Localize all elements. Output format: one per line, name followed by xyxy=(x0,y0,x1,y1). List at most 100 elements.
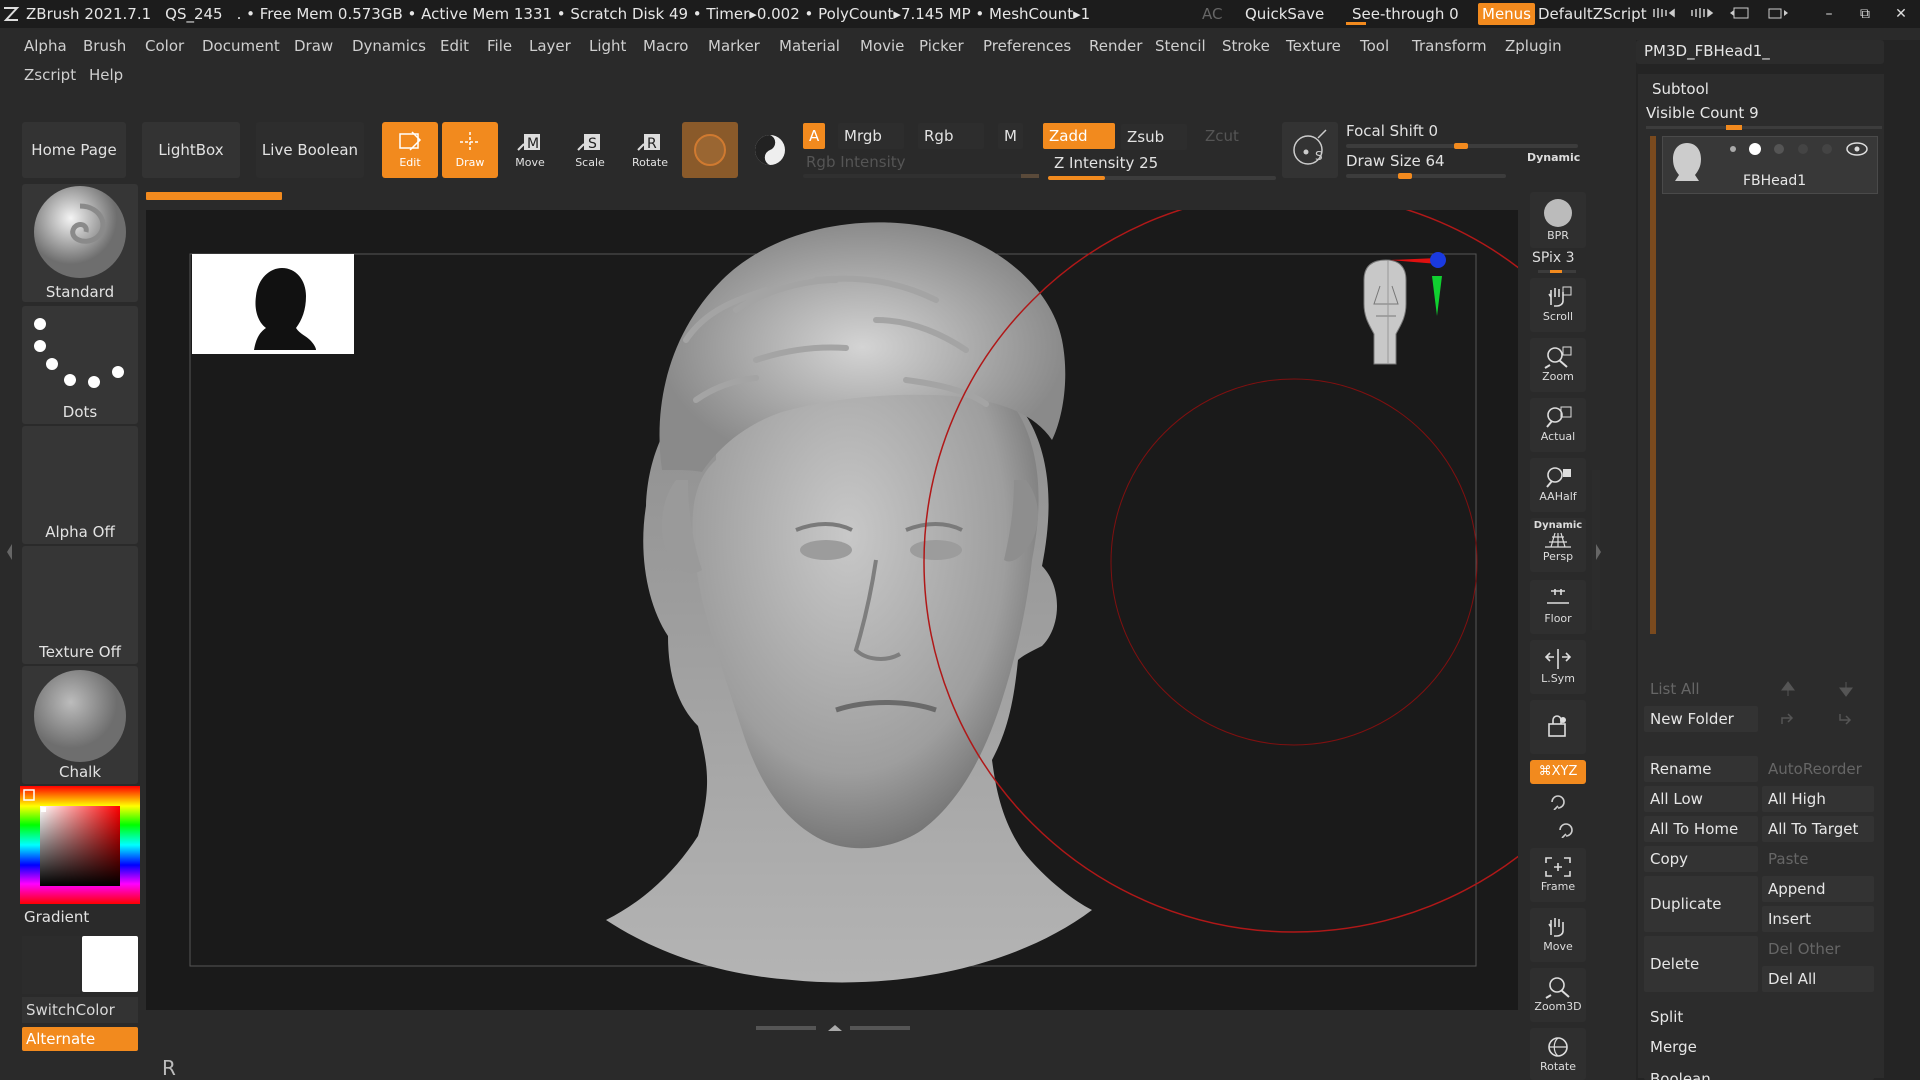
restore-button[interactable]: ⧉ xyxy=(1854,4,1876,24)
menu-dynamics[interactable]: Dynamics xyxy=(352,35,426,57)
navigation-thumbnail[interactable] xyxy=(192,254,354,354)
all-low-button[interactable]: All Low xyxy=(1644,786,1758,812)
layout-window-icon[interactable] xyxy=(1728,6,1752,20)
head-sculpt-mesh[interactable] xyxy=(576,220,1096,1010)
menu-document[interactable]: Document xyxy=(202,35,280,57)
main-color-swatch[interactable] xyxy=(82,936,138,992)
menu-macro[interactable]: Macro xyxy=(643,35,688,57)
duplicate-button[interactable]: Duplicate xyxy=(1644,876,1758,932)
lsym-button[interactable]: L.Sym xyxy=(1530,640,1586,694)
lazy-mouse-button[interactable]: S xyxy=(1282,122,1338,178)
left-tray-toggle[interactable] xyxy=(6,540,14,564)
menu-stencil[interactable]: Stencil xyxy=(1155,35,1206,57)
autoreorder-button[interactable]: AutoReorder xyxy=(1762,756,1874,782)
split-section[interactable]: Split xyxy=(1644,1004,1874,1030)
dynamic-toggle[interactable]: Dynamic xyxy=(1527,151,1580,164)
menu-light[interactable]: Light xyxy=(589,35,626,57)
visible-count-slider[interactable]: Visible Count 9 xyxy=(1646,104,1882,130)
minimize-button[interactable]: – xyxy=(1818,4,1840,24)
menu-stroke[interactable]: Stroke xyxy=(1222,35,1270,57)
copy-button[interactable]: Copy xyxy=(1644,846,1758,872)
zcut-toggle[interactable]: Zcut xyxy=(1199,123,1245,149)
zadd-toggle[interactable]: Zadd xyxy=(1043,123,1115,149)
menu-zscript[interactable]: Zscript xyxy=(24,64,76,86)
xyz-symmetry-toggle[interactable]: ⌘XYZ xyxy=(1530,760,1586,784)
menu-transform[interactable]: Transform xyxy=(1412,35,1487,57)
menu-draw[interactable]: Draw xyxy=(294,35,333,57)
m-toggle[interactable]: M xyxy=(998,123,1023,149)
material-picker-button[interactable] xyxy=(682,122,738,178)
all-to-target-button[interactable]: All To Target xyxy=(1762,816,1874,842)
folder-move-down-button[interactable] xyxy=(1820,706,1872,732)
layout-left-icon[interactable] xyxy=(1652,6,1676,20)
folder-move-up-button[interactable] xyxy=(1762,706,1814,732)
actual-button[interactable]: Actual xyxy=(1530,398,1586,452)
all-to-home-button[interactable]: All To Home xyxy=(1644,816,1758,842)
merge-section[interactable]: Merge xyxy=(1644,1034,1874,1060)
alternate-toggle[interactable]: Alternate xyxy=(22,1027,138,1051)
delete-button[interactable]: Delete xyxy=(1644,936,1758,992)
move-down-button[interactable] xyxy=(1820,676,1872,702)
menu-edit[interactable]: Edit xyxy=(440,35,469,57)
live-boolean-button[interactable]: Live Boolean xyxy=(256,122,364,178)
list-all-button[interactable]: List All xyxy=(1644,676,1758,702)
menu-file[interactable]: File xyxy=(487,35,512,57)
layout-swap-icon[interactable] xyxy=(1766,6,1790,20)
move-view-button[interactable]: Move xyxy=(1530,908,1586,962)
current-tool-name[interactable]: PM3D_FBHead1_ xyxy=(1636,40,1884,64)
edit-button[interactable]: Edit xyxy=(382,122,438,178)
zoom3d-button[interactable]: Zoom3D xyxy=(1530,968,1586,1022)
aahalf-button[interactable]: AAHalf xyxy=(1530,458,1586,512)
menu-picker[interactable]: Picker xyxy=(919,35,964,57)
spix-slider[interactable]: SPix 3 xyxy=(1532,250,1588,276)
append-button[interactable]: Append xyxy=(1762,876,1874,902)
focal-shift-slider[interactable]: Focal Shift 0 xyxy=(1346,122,1586,150)
lightbox-button[interactable]: LightBox xyxy=(142,122,240,178)
menu-layer[interactable]: Layer xyxy=(529,35,571,57)
color-picker-button[interactable] xyxy=(742,122,798,178)
menu-preferences[interactable]: Preferences xyxy=(983,35,1071,57)
switchcolor-button[interactable]: SwitchColor xyxy=(22,997,138,1023)
menu-tool[interactable]: Tool xyxy=(1360,35,1389,57)
rotate-view-button[interactable]: Rotate xyxy=(1530,1028,1586,1080)
del-other-button[interactable]: Del Other xyxy=(1762,936,1874,962)
rgb-intensity-slider[interactable]: Rgb Intensity xyxy=(803,150,1039,180)
insert-button[interactable]: Insert xyxy=(1762,906,1874,932)
canvas-bottom-handle[interactable] xyxy=(756,1018,914,1031)
z-intensity-slider[interactable]: Z Intensity 25 xyxy=(1048,150,1276,180)
move-button[interactable]: M Move xyxy=(502,122,558,178)
mrgb-toggle[interactable]: Mrgb xyxy=(838,123,904,149)
boolean-section[interactable]: Boolean xyxy=(1644,1064,1874,1080)
home-page-button[interactable]: Home Page xyxy=(22,122,126,178)
default-zscript-button[interactable]: DefaultZScript xyxy=(1538,0,1647,28)
secondary-color-swatch[interactable] xyxy=(22,936,80,994)
zoom-button[interactable]: Zoom xyxy=(1530,338,1586,392)
menu-help[interactable]: Help xyxy=(89,64,123,86)
subtool-header[interactable]: Subtool xyxy=(1652,80,1709,98)
menus-toggle[interactable]: Menus xyxy=(1478,3,1535,25)
menu-marker[interactable]: Marker xyxy=(708,35,760,57)
layout-right-icon[interactable] xyxy=(1690,6,1714,20)
menu-movie[interactable]: Movie xyxy=(860,35,904,57)
persp-button[interactable]: Dynamic Persp xyxy=(1530,518,1586,572)
bpr-button[interactable]: BPR xyxy=(1530,192,1586,248)
rotate-z-toggle[interactable] xyxy=(1556,820,1576,839)
menu-texture[interactable]: Texture xyxy=(1286,35,1341,57)
rgb-toggle[interactable]: Rgb xyxy=(918,123,984,149)
paste-button[interactable]: Paste xyxy=(1762,846,1874,872)
rotate-y-toggle[interactable] xyxy=(1548,792,1568,811)
menu-color[interactable]: Color xyxy=(145,35,184,57)
local-transform-button[interactable] xyxy=(1530,700,1586,754)
orientation-gizmo[interactable] xyxy=(1336,246,1456,386)
rotate-button[interactable]: R Rotate xyxy=(622,122,678,178)
menu-brush[interactable]: Brush xyxy=(83,35,126,57)
new-folder-button[interactable]: New Folder xyxy=(1644,706,1758,732)
menu-material[interactable]: Material xyxy=(779,35,840,57)
move-up-button[interactable] xyxy=(1762,676,1814,702)
seethrough-slider[interactable]: See-through 0 xyxy=(1346,2,1466,26)
menu-zplugin[interactable]: Zplugin xyxy=(1505,35,1562,57)
del-all-button[interactable]: Del All xyxy=(1762,966,1874,992)
floor-button[interactable]: Floor xyxy=(1530,580,1586,634)
scale-button[interactable]: S Scale xyxy=(562,122,618,178)
a-toggle[interactable]: A xyxy=(803,123,826,149)
